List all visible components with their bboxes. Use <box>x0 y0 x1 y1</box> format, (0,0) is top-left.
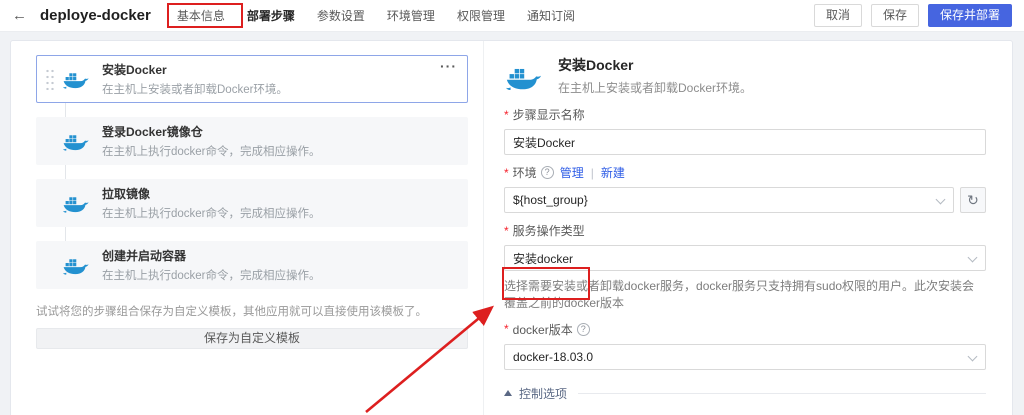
more-menu-icon[interactable]: ··· <box>440 58 457 74</box>
chevron-down-icon <box>935 194 946 205</box>
refresh-button[interactable]: ↻ <box>960 187 986 213</box>
step-name-label: * 步骤显示名称 <box>504 107 585 123</box>
operation-help-text: 选择需要安装或者卸载docker服务，docker服务只支持拥有sudo权限的用… <box>504 279 975 310</box>
step-title: 创建并启动容器 <box>102 249 187 263</box>
cancel-button[interactable]: 取消 <box>813 4 862 27</box>
step-card-pull-image[interactable]: 拉取镜像 在主机上执行docker命令，完成相应操作。 <box>36 179 468 227</box>
step-desc: 在主机上执行docker命令，完成相应操作。 <box>102 270 321 282</box>
step-card-create-container[interactable]: 创建并启动容器 在主机上执行docker命令，完成相应操作。 <box>36 241 468 289</box>
help-icon[interactable]: ? <box>540 166 554 179</box>
step-title: 登录Docker镜像仓 <box>102 125 203 139</box>
docker-version-select[interactable]: docker-18.03.0 <box>504 343 986 370</box>
steps-panel: 安装Docker 在主机上安装或者卸载Docker环境。 ··· 登录Docke… <box>11 41 484 415</box>
step-desc: 在主机上执行docker命令，完成相应操作。 <box>102 208 321 220</box>
main-panel: 安装Docker 在主机上安装或者卸载Docker环境。 ··· 登录Docke… <box>10 40 1013 415</box>
detail-title: 安装Docker <box>558 57 634 73</box>
new-environment-link[interactable]: 新建 <box>601 164 625 181</box>
docker-whale-icon <box>63 131 90 152</box>
docker-whale-icon <box>63 69 90 90</box>
detail-desc: 在主机上安装或者卸载Docker环境。 <box>558 81 753 95</box>
drag-handle-icon[interactable] <box>45 68 55 90</box>
operation-type-select[interactable]: 安装docker <box>504 245 986 271</box>
step-detail-panel: 安装Docker 在主机上安装或者卸载Docker环境。 * 步骤显示名称 安装… <box>484 41 1012 415</box>
back-icon[interactable]: ← <box>12 7 27 24</box>
docker-whale-icon <box>504 55 558 96</box>
step-title: 安装Docker <box>102 63 167 77</box>
top-bar: ← deploye-docker 基本信息 部署步骤 参数设置 环境管理 权限管… <box>0 0 1024 32</box>
manage-environment-link[interactable]: 管理 <box>560 164 584 181</box>
tab-environment-management[interactable]: 环境管理 <box>381 4 441 27</box>
refresh-icon: ↻ <box>967 191 979 208</box>
docker-whale-icon <box>63 193 90 214</box>
step-card-login-registry[interactable]: 登录Docker镜像仓 在主机上执行docker命令，完成相应操作。 <box>36 117 468 165</box>
save-as-template-button[interactable]: 保存为自定义模板 <box>36 328 468 349</box>
step-desc: 在主机上安装或者卸载Docker环境。 <box>102 84 288 96</box>
collapse-triangle-icon <box>504 390 512 397</box>
header-actions: 取消 保存 保存并部署 <box>813 4 1012 27</box>
tab-parameter-settings[interactable]: 参数设置 <box>311 4 371 27</box>
page-title: deploye-docker <box>40 7 151 24</box>
step-card-install-docker[interactable]: 安装Docker 在主机上安装或者卸载Docker环境。 ··· <box>36 55 468 103</box>
save-and-deploy-button[interactable]: 保存并部署 <box>927 4 1012 27</box>
step-name-input[interactable]: 安装Docker <box>504 129 986 155</box>
chevron-down-icon <box>967 252 978 263</box>
operation-type-label: * 服务操作类型 <box>504 223 585 239</box>
save-button[interactable]: 保存 <box>870 4 919 27</box>
help-icon[interactable]: ? <box>576 322 590 336</box>
chevron-down-icon <box>967 351 978 362</box>
template-hint-text: 试试将您的步骤组合保存为自定义模板，其他应用就可以直接使用该模板了。 <box>36 306 427 318</box>
environment-select[interactable]: ${host_group} <box>504 187 954 213</box>
tab-permission-management[interactable]: 权限管理 <box>451 4 511 27</box>
environment-label: * 环境 ? 管理 | 新建 <box>504 164 625 181</box>
section-divider <box>578 392 986 394</box>
nav-tabs: 基本信息 部署步骤 参数设置 环境管理 权限管理 通知订阅 <box>171 4 591 27</box>
tab-notification-subscription[interactable]: 通知订阅 <box>521 4 581 27</box>
step-desc: 在主机上执行docker命令，完成相应操作。 <box>102 146 321 158</box>
tab-basic-info[interactable]: 基本信息 <box>171 4 231 27</box>
docker-whale-icon <box>63 255 90 276</box>
step-title: 拉取镜像 <box>102 187 151 201</box>
control-options-section-header[interactable]: 控制选项 <box>504 385 986 402</box>
tab-deploy-steps[interactable]: 部署步骤 <box>241 4 301 27</box>
docker-version-label: * docker版本 ? <box>504 321 986 338</box>
